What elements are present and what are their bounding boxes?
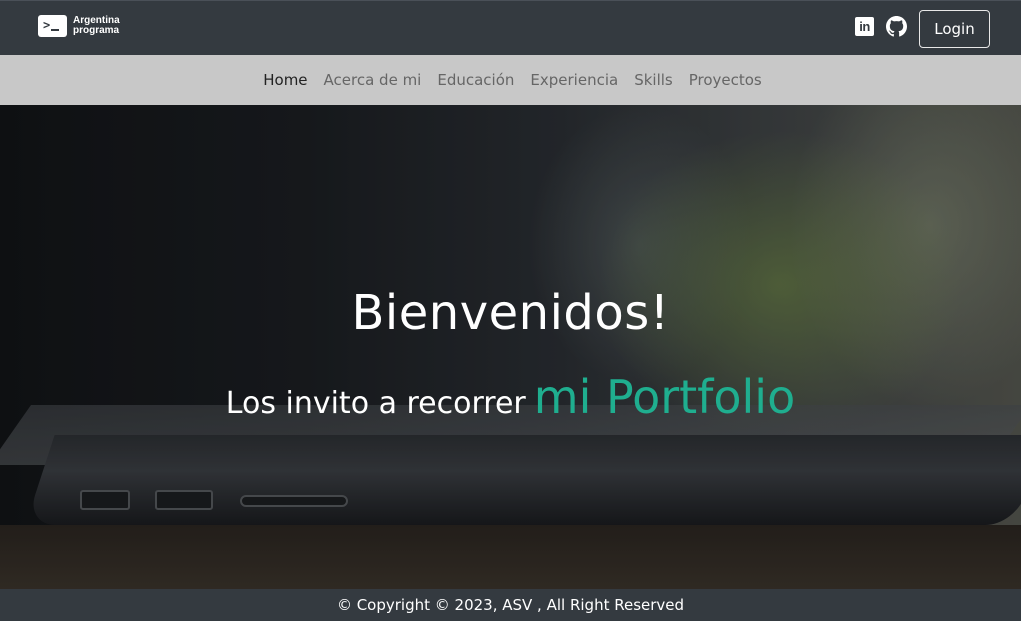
logo-line-2: programa <box>73 25 120 36</box>
nav-item-home[interactable]: Home <box>263 71 307 89</box>
hero-title: Bienvenidos! <box>351 285 670 341</box>
nav-item-experiencia[interactable]: Experiencia <box>530 71 618 89</box>
nav-item-acerca-de-mi[interactable]: Acerca de mi <box>324 71 422 89</box>
copyright-text: © Copyright © 2023, ASV , All Right Rese… <box>336 596 685 614</box>
github-icon[interactable] <box>886 16 907 37</box>
linkedin-icon[interactable]: in <box>855 17 874 36</box>
nav-items: Home Acerca de mi Educación Experiencia … <box>0 55 1021 105</box>
logo-text: Argentina programa <box>73 16 120 36</box>
terminal-icon: > <box>38 15 67 37</box>
nav-item-proyectos[interactable]: Proyectos <box>689 71 762 89</box>
main-navbar: Home Acerca de mi Educación Experiencia … <box>0 55 1021 105</box>
hero-subtitle: Los invito a recorrer mi Portfolio <box>0 370 1021 424</box>
login-button[interactable]: Login <box>919 10 990 48</box>
hero-overlay <box>0 105 1021 589</box>
hero-section: Bienvenidos! Los invito a recorrer mi Por… <box>0 105 1021 589</box>
nav-item-educacion[interactable]: Educación <box>437 71 514 89</box>
nav-item-skills[interactable]: Skills <box>634 71 673 89</box>
hero-subtitle-accent: mi Portfolio <box>533 370 796 424</box>
hero-subtitle-lead: Los invito a recorrer <box>225 386 526 421</box>
top-bar: > Argentina programa in Login <box>0 0 1021 55</box>
argentina-programa-logo[interactable]: > Argentina programa <box>38 15 120 37</box>
footer: © Copyright © 2023, ASV , All Right Rese… <box>0 589 1021 621</box>
